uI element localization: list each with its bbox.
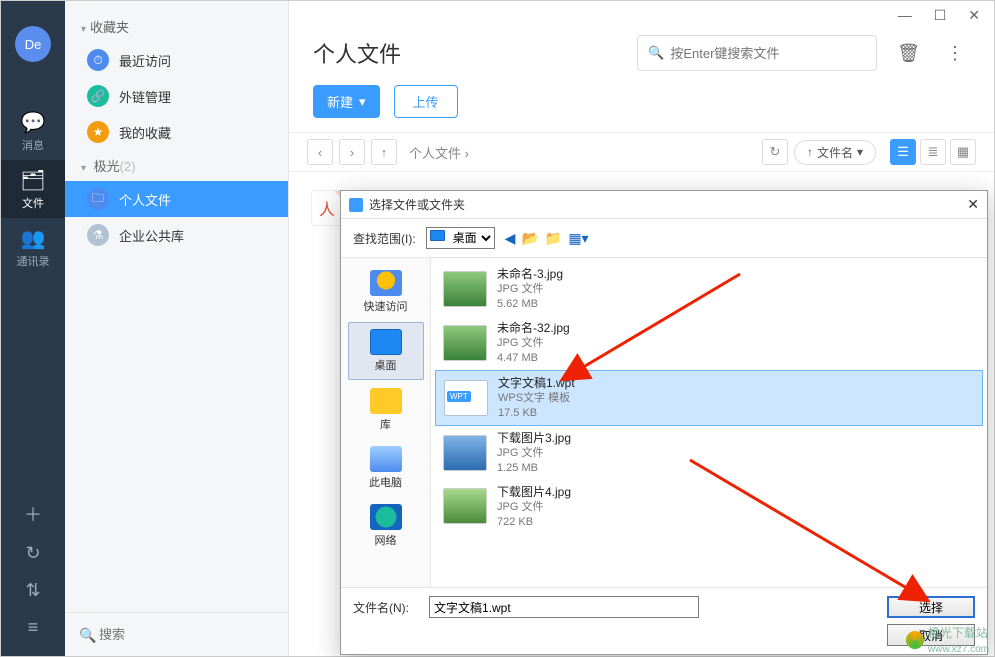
refresh-icon[interactable]: ↻ <box>17 535 48 572</box>
rail-label: 文件 <box>22 195 44 211</box>
sidebar-item-recent[interactable]: ⏱ 最近访问 <box>65 42 288 78</box>
filename-input[interactable] <box>429 596 699 618</box>
link-icon: 🔗 <box>87 85 109 107</box>
rail-files[interactable]: 🗂 文件 <box>1 160 65 218</box>
lab-icon: ⚗ <box>87 224 109 246</box>
minimize-button[interactable]: — <box>898 7 912 23</box>
sidebar-item-label: 个人文件 <box>119 190 171 209</box>
dialog-file-list[interactable]: 未命名-3.jpgJPG 文件5.62 MB 未命名-32.jpgJPG 文件4… <box>431 258 987 587</box>
image-thumb <box>443 435 487 471</box>
rail-contacts[interactable]: 👥 通讯录 <box>1 218 65 276</box>
dialog-title: 选择文件或文件夹 <box>369 196 465 213</box>
search-input[interactable] <box>670 46 866 61</box>
file-dialog: 选择文件或文件夹 ✕ 查找范围(I): 桌面 ◀ 📂 📁 ▦▾ 快速访问 桌面 … <box>340 190 988 655</box>
place-thispc[interactable]: 此电脑 <box>348 440 424 496</box>
sidebar-item-personal[interactable]: 🗀 个人文件 <box>65 181 288 217</box>
sidebar-search: 🔍 <box>65 612 288 656</box>
trash-icon[interactable]: 🗑 <box>891 37 926 70</box>
dialog-titlebar[interactable]: 选择文件或文件夹 ✕ <box>341 191 987 219</box>
close-button[interactable]: ✕ <box>968 7 980 24</box>
new-button[interactable]: 新建▾ <box>313 85 380 118</box>
sidebar-item-links[interactable]: 🔗 外链管理 <box>65 78 288 114</box>
files-icon: 🗂 <box>20 168 45 193</box>
file-item[interactable]: 未命名-32.jpgJPG 文件4.47 MB <box>435 316 983 370</box>
avatar[interactable]: De <box>15 26 51 62</box>
dialog-icon <box>349 198 363 212</box>
more-icon[interactable]: ⋮ <box>940 37 970 70</box>
file-item[interactable]: 下载图片3.jpgJPG 文件1.25 MB <box>435 426 983 480</box>
section-favorites[interactable]: 收藏夹 <box>65 11 288 42</box>
nav-back[interactable]: ‹ <box>307 139 333 165</box>
view-detail[interactable]: ≣ <box>920 139 946 165</box>
transfer-icon[interactable]: ⇅ <box>17 572 48 609</box>
rail-label: 通讯录 <box>17 253 50 269</box>
up-folder-icon[interactable]: 📂 <box>521 230 538 247</box>
sidebar-item-label: 最近访问 <box>119 51 171 70</box>
sidebar-item-favorites[interactable]: ★ 我的收藏 <box>65 114 288 150</box>
nav-forward[interactable]: › <box>339 139 365 165</box>
place-libraries[interactable]: 库 <box>348 382 424 438</box>
image-thumb <box>443 271 487 307</box>
chevron-down-icon: ▾ <box>359 94 366 110</box>
file-item[interactable]: 未命名-3.jpgJPG 文件5.62 MB <box>435 262 983 316</box>
file-item-selected[interactable]: 文字文稿1.wptWPS文字 模板17.5 KB <box>435 370 983 426</box>
rail-label: 消息 <box>22 137 44 153</box>
plus-icon[interactable]: ＋ <box>16 493 50 535</box>
select-button[interactable]: 选择 <box>887 596 975 618</box>
sidebar-item-enterprise[interactable]: ⚗ 企业公共库 <box>65 217 288 253</box>
image-thumb <box>443 488 487 524</box>
menu-icon[interactable]: ≡ <box>20 609 47 646</box>
view-list[interactable]: ☰ <box>890 139 916 165</box>
sidebar-item-label: 企业公共库 <box>119 226 184 245</box>
watermark: 极光下载站www.xz7.com <box>906 624 989 655</box>
view-menu-icon[interactable]: ▦▾ <box>568 230 588 247</box>
dialog-close[interactable]: ✕ <box>967 196 979 213</box>
view-grid[interactable]: ▦ <box>950 139 976 165</box>
star-icon: ★ <box>87 121 109 143</box>
image-thumb <box>443 325 487 361</box>
folder-icon: 🗀 <box>87 188 109 210</box>
upload-button[interactable]: 上传 <box>394 85 458 118</box>
sidebar-item-label: 我的收藏 <box>119 123 171 142</box>
contacts-icon: 👥 <box>21 226 46 251</box>
place-network[interactable]: 网络 <box>348 498 424 554</box>
lookin-label: 查找范围(I): <box>353 230 416 247</box>
file-item[interactable]: 下载图片4.jpgJPG 文件722 KB <box>435 480 983 534</box>
sidebar-item-label: 外链管理 <box>119 87 171 106</box>
pdf-icon: 人 <box>311 190 343 226</box>
window-controls: — ☐ ✕ <box>289 1 994 29</box>
maximize-button[interactable]: ☐ <box>934 7 947 24</box>
sidebar-search-input[interactable] <box>77 623 276 646</box>
section-jiguang[interactable]: 极光(2) <box>65 150 288 181</box>
search-icon: 🔍 <box>648 45 664 61</box>
places-bar: 快速访问 桌面 库 此电脑 网络 <box>341 258 431 587</box>
back-history-icon[interactable]: ◀ <box>505 230 516 247</box>
refresh-button[interactable]: ↻ <box>762 139 788 165</box>
place-quickaccess[interactable]: 快速访问 <box>348 264 424 320</box>
sidebar: 收藏夹 ⏱ 最近访问 🔗 外链管理 ★ 我的收藏 极光(2) 🗀 个人文件 ⚗ <box>65 1 289 656</box>
search-box[interactable]: 🔍 <box>637 35 877 71</box>
filename-label: 文件名(N): <box>353 599 409 616</box>
wpt-thumb <box>444 380 488 416</box>
watermark-logo <box>906 631 924 649</box>
nav-up[interactable]: ↑ <box>371 139 397 165</box>
search-icon: 🔍 <box>79 627 96 644</box>
desktop-icon <box>430 230 445 241</box>
nav-rail: De 💬 消息 🗂 文件 👥 通讯录 ＋ ↻ ⇅ ≡ <box>1 1 65 656</box>
rail-messages[interactable]: 💬 消息 <box>1 102 65 160</box>
sort-button[interactable]: ↑ 文件名 ▾ <box>794 140 876 165</box>
new-folder-icon[interactable]: 📁 <box>545 230 562 247</box>
breadcrumb[interactable]: 个人文件 › <box>403 143 475 162</box>
page-title: 个人文件 <box>313 37 401 69</box>
clock-icon: ⏱ <box>87 49 109 71</box>
message-icon: 💬 <box>21 110 46 135</box>
place-desktop[interactable]: 桌面 <box>348 322 424 380</box>
